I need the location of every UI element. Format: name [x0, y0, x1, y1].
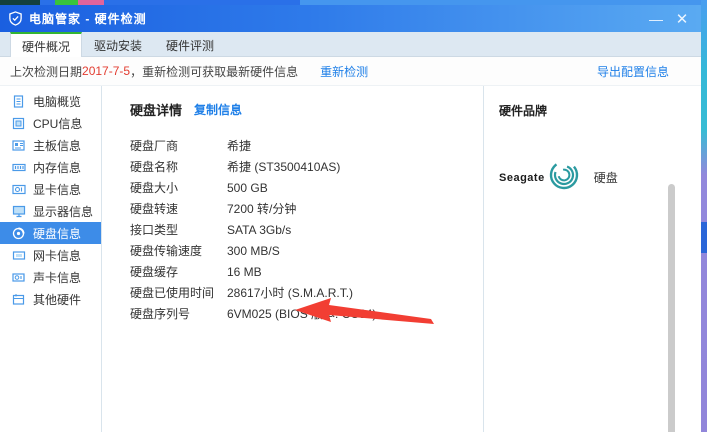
tab-hardware-benchmark[interactable]: 硬件评测: [154, 32, 226, 57]
minimize-button[interactable]: —: [643, 8, 669, 30]
sidebar-item-pc-overview[interactable]: 电脑概览: [0, 90, 101, 112]
detail-row: 硬盘厂商 希捷: [130, 139, 252, 153]
sidebar-item-sound[interactable]: 声卡信息: [0, 266, 101, 288]
hardware-brand-panel: 硬件品牌 Seagate 硬盘: [483, 86, 695, 432]
export-config-link[interactable]: 导出配置信息: [597, 63, 669, 80]
detail-row-interface-type: 接口类型 SATA 3Gb/s: [130, 222, 292, 238]
sidebar-item-other-hardware[interactable]: 其他硬件: [0, 288, 101, 310]
detail-row: 硬盘传输速度 300 MB/S: [130, 243, 280, 259]
tab-hardware-overview[interactable]: 硬件概况: [10, 32, 82, 58]
sidebar: 电脑概览 CPU信息 主板信息 内存信息 显卡信息 显示器信息 硬盘信息 网卡信…: [0, 86, 102, 432]
sidebar-item-disk[interactable]: 硬盘信息: [0, 222, 101, 244]
tab-driver-install[interactable]: 驱动安装: [82, 32, 154, 57]
panel-title: 硬盘详情: [130, 103, 183, 118]
brand-panel-title: 硬件品牌: [499, 104, 548, 118]
window-title: 电脑管家 - 硬件检测: [29, 12, 147, 26]
brand-row: Seagate 硬盘: [499, 159, 695, 196]
last-check-text: 上次检测日期: [10, 64, 83, 79]
recheck-link[interactable]: 重新检测: [320, 63, 368, 80]
copy-info-link[interactable]: 复制信息: [194, 101, 242, 118]
title-bar[interactable]: 电脑管家 - 硬件检测 — ✕: [0, 5, 701, 32]
detail-row: 硬盘大小 500 GB: [130, 180, 268, 196]
monitor-icon: [12, 205, 26, 218]
seagate-logo-text: Seagate: [499, 171, 545, 184]
sidebar-item-network[interactable]: 网卡信息: [0, 244, 101, 266]
sidebar-item-memory[interactable]: 内存信息: [0, 156, 101, 178]
detail-row: 硬盘名称 希捷 (ST3500410AS): [130, 160, 341, 174]
app-window: 电脑管家 - 硬件检测 — ✕ 硬件概况 驱动安装 硬件评测 上次检测日期 20…: [0, 0, 707, 432]
sidebar-item-motherboard[interactable]: 主板信息: [0, 134, 101, 156]
tab-bar: 硬件概况 驱动安装 硬件评测: [0, 32, 701, 58]
disk-icon: [12, 227, 26, 240]
detail-row: 硬盘已使用时间 28617小时 (S.M.A.R.T.): [130, 286, 354, 300]
seagate-swirl-icon: [548, 159, 580, 196]
motherboard-icon: [12, 139, 26, 152]
cpu-icon: [12, 117, 26, 130]
desktop-wallpaper-right-strip: [701, 0, 707, 432]
sidebar-item-gpu[interactable]: 显卡信息: [0, 178, 101, 200]
sidebar-item-monitor[interactable]: 显示器信息: [0, 200, 101, 222]
network-icon: [12, 249, 26, 262]
detail-row: 硬盘缓存 16 MB: [130, 264, 262, 280]
brand-item-label: 硬盘: [593, 171, 618, 185]
sidebar-item-cpu[interactable]: CPU信息: [0, 112, 101, 134]
vertical-scrollbar-thumb[interactable]: [668, 184, 675, 432]
info-bar: 上次检测日期 2017-7-5 ，重新检测可获取最新硬件信息 重新检测 导出配置信…: [0, 57, 701, 86]
content-area: 电脑概览 CPU信息 主板信息 内存信息 显卡信息 显示器信息 硬盘信息 网卡信…: [0, 86, 701, 432]
desktop-icon-fragment: [701, 222, 707, 253]
last-check-suffix: ，重新检测可获取最新硬件信息: [130, 64, 299, 79]
overview-icon: [12, 94, 26, 108]
gpu-icon: [12, 183, 26, 196]
detail-row: 硬盘序列号 6VM025 (BIOS 版本: CC34): [130, 307, 377, 321]
sound-icon: [12, 271, 26, 284]
other-hardware-icon: [12, 293, 26, 306]
last-check-date: 2017-7-5: [82, 64, 131, 78]
pc-manager-shield-icon: [8, 11, 23, 26]
memory-icon: [12, 161, 26, 174]
close-button[interactable]: ✕: [669, 8, 695, 30]
disk-detail-panel: 硬盘详情 复制信息 硬盘厂商 希捷 硬盘名称 希捷 (ST3500410AS) 硬盘…: [103, 86, 482, 432]
detail-row: 硬盘转速 7200 转/分钟: [130, 202, 297, 216]
